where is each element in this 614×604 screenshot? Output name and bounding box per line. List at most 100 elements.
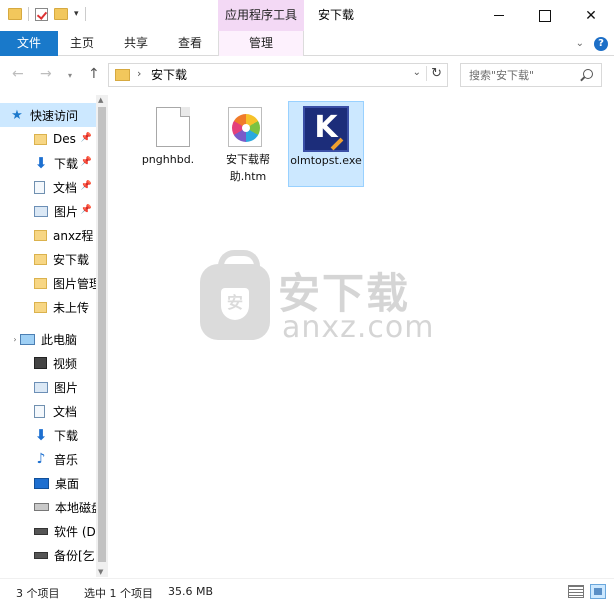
forward-arrow-icon[interactable]: →	[40, 66, 52, 82]
sidebar-item-local-disk[interactable]: 本地磁盘	[0, 495, 96, 519]
html-file-icon	[228, 107, 262, 147]
recent-locations-chevron-icon[interactable]: ▾	[68, 71, 72, 80]
scroll-down-arrow-icon[interactable]: ▼	[98, 568, 103, 576]
title-bar: ▾ 应用程序工具 安下载 ✕	[0, 0, 614, 31]
status-size: 35.6 MB	[168, 585, 214, 598]
file-list[interactable]: 安 安下载 anxz.com pnghhbd. 安下载帮助.htm K olmt…	[110, 95, 614, 577]
search-box[interactable]	[460, 63, 602, 87]
picture-icon	[34, 205, 48, 217]
sidebar-item-music[interactable]: ♪ 音乐	[0, 447, 96, 471]
sidebar-item-desktop[interactable]: Des 📌	[0, 127, 96, 151]
pin-icon: 📌	[80, 205, 92, 215]
sidebar-item-label: 未上传	[53, 300, 90, 315]
sidebar-item-picture-manager[interactable]: 图片管理	[0, 271, 96, 295]
video-icon	[34, 357, 47, 369]
navigation-bar: ← → ▾ ↑ › 安下载 ⌄ ↻	[0, 57, 614, 93]
minimize-button[interactable]	[476, 0, 522, 31]
sidebar-item-label: 视频	[53, 356, 78, 371]
address-bar[interactable]: › 安下载 ⌄ ↻	[108, 63, 448, 87]
sidebar-item-label: Des	[53, 132, 76, 146]
sidebar-scrollbar[interactable]: ▲ ▼	[96, 95, 108, 577]
sidebar-item-anxiazai[interactable]: 安下载	[0, 247, 96, 271]
download-icon: ⬇	[34, 426, 48, 444]
ribbon-tabs: 文件 主页 共享 查看 管理 ⌄ ?	[0, 31, 614, 56]
customize-toolbar-chevron-icon[interactable]: ▾	[74, 9, 79, 19]
document-icon	[34, 180, 45, 194]
sidebar-item-downloads[interactable]: ⬇ 下载 📌	[0, 151, 96, 175]
folder-icon	[34, 133, 47, 145]
sidebar-item-label: 图片	[54, 204, 79, 219]
sidebar-item-label: 备份[乞	[54, 548, 95, 563]
tab-manage[interactable]: 管理	[218, 31, 304, 56]
photos-flower-icon	[232, 114, 260, 142]
tab-file[interactable]: 文件	[0, 31, 58, 56]
new-folder-icon[interactable]	[54, 8, 68, 20]
file-item-help-htm[interactable]: 安下载帮助.htm	[210, 101, 286, 187]
up-arrow-icon[interactable]: ↑	[88, 66, 100, 82]
search-input[interactable]	[461, 64, 579, 86]
scrollbar-thumb[interactable]	[98, 107, 106, 562]
sidebar-item-desktop-pc[interactable]: 桌面	[0, 471, 96, 495]
folder-icon[interactable]	[8, 8, 22, 20]
sidebar-item-label: 文档	[53, 404, 78, 419]
sidebar-item-documents-pc[interactable]: 文档	[0, 399, 96, 423]
sidebar-item-documents[interactable]: 文档 📌	[0, 175, 96, 199]
contextual-tab-header-label: 应用程序工具	[224, 8, 297, 22]
file-name: 安下载帮助.htm	[226, 153, 270, 183]
details-view-icon[interactable]	[568, 585, 584, 598]
back-arrow-icon[interactable]: ←	[12, 66, 24, 82]
folder-icon	[34, 277, 47, 289]
drive-icon	[34, 551, 48, 559]
tab-home[interactable]: 主页	[62, 31, 102, 56]
sidebar-item-label: 快速访问	[30, 108, 79, 123]
close-button[interactable]: ✕	[568, 0, 614, 31]
search-icon[interactable]	[583, 69, 593, 79]
scroll-up-arrow-icon[interactable]: ▲	[98, 96, 103, 104]
status-selection: 选中 1 个项目	[84, 587, 153, 600]
sidebar-item-label: 本地磁盘	[55, 500, 96, 515]
pin-icon: 📌	[80, 181, 92, 191]
properties-icon[interactable]	[35, 7, 48, 21]
music-icon: ♪	[36, 451, 46, 467]
status-item-count: 3 个项目	[16, 587, 60, 600]
sidebar-item-this-pc[interactable]: › 此电脑	[0, 327, 96, 351]
download-icon: ⬇	[34, 154, 48, 172]
expand-ribbon-chevron-icon[interactable]: ⌄	[576, 38, 584, 49]
sidebar-item-pictures[interactable]: 图片 📌	[0, 199, 96, 223]
star-icon: ★	[11, 107, 23, 123]
folder-icon	[34, 253, 47, 265]
divider	[28, 7, 29, 21]
sidebar-item-label: 文档	[53, 180, 78, 195]
breadcrumb-chevron-icon[interactable]: ›	[137, 67, 141, 80]
address-dropdown-chevron-icon[interactable]: ⌄	[413, 67, 421, 78]
shield-icon: 安	[221, 288, 249, 320]
sidebar-item-backup-drive[interactable]: 备份[乞	[0, 543, 96, 567]
tab-view[interactable]: 查看	[170, 31, 210, 56]
sidebar-item-software-drive[interactable]: 软件 (D	[0, 519, 96, 543]
navigation-pane: ★ 快速访问 Des 📌 ⬇ 下载 📌 文档 📌 图片 📌 anxz程 安下载 …	[0, 95, 108, 577]
sidebar-item-downloads-pc[interactable]: ⬇ 下载	[0, 423, 96, 447]
pin-icon: 📌	[80, 133, 92, 143]
file-item-olmtopst-exe[interactable]: K olmtopst.exe	[288, 101, 364, 187]
sidebar-item-label: 下载	[54, 156, 79, 171]
file-item-pnghhbd[interactable]: pnghhbd.	[130, 101, 206, 187]
help-icon[interactable]: ?	[594, 36, 608, 51]
drive-icon	[34, 503, 49, 511]
sidebar-item-videos[interactable]: 视频	[0, 351, 96, 375]
sidebar-item-quick-access[interactable]: ★ 快速访问	[0, 103, 96, 127]
tab-share[interactable]: 共享	[114, 31, 158, 56]
large-icons-view-icon[interactable]	[590, 584, 606, 599]
sidebar-item-label: 图片管理	[53, 276, 96, 291]
desktop-icon	[34, 477, 49, 489]
maximize-button[interactable]	[522, 0, 568, 31]
sidebar-item-label: 图片	[54, 380, 79, 395]
picture-icon	[34, 381, 48, 393]
breadcrumb[interactable]: 安下载	[151, 64, 187, 86]
sidebar-item-anxz[interactable]: anxz程	[0, 223, 96, 247]
sidebar-item-not-uploaded[interactable]: 未上传	[0, 295, 96, 319]
expand-chevron-icon[interactable]: ›	[10, 335, 20, 344]
refresh-icon[interactable]: ↻	[426, 66, 442, 81]
computer-icon	[20, 333, 35, 345]
sidebar-item-pictures-pc[interactable]: 图片	[0, 375, 96, 399]
watermark-subtitle: anxz.com	[282, 310, 435, 345]
